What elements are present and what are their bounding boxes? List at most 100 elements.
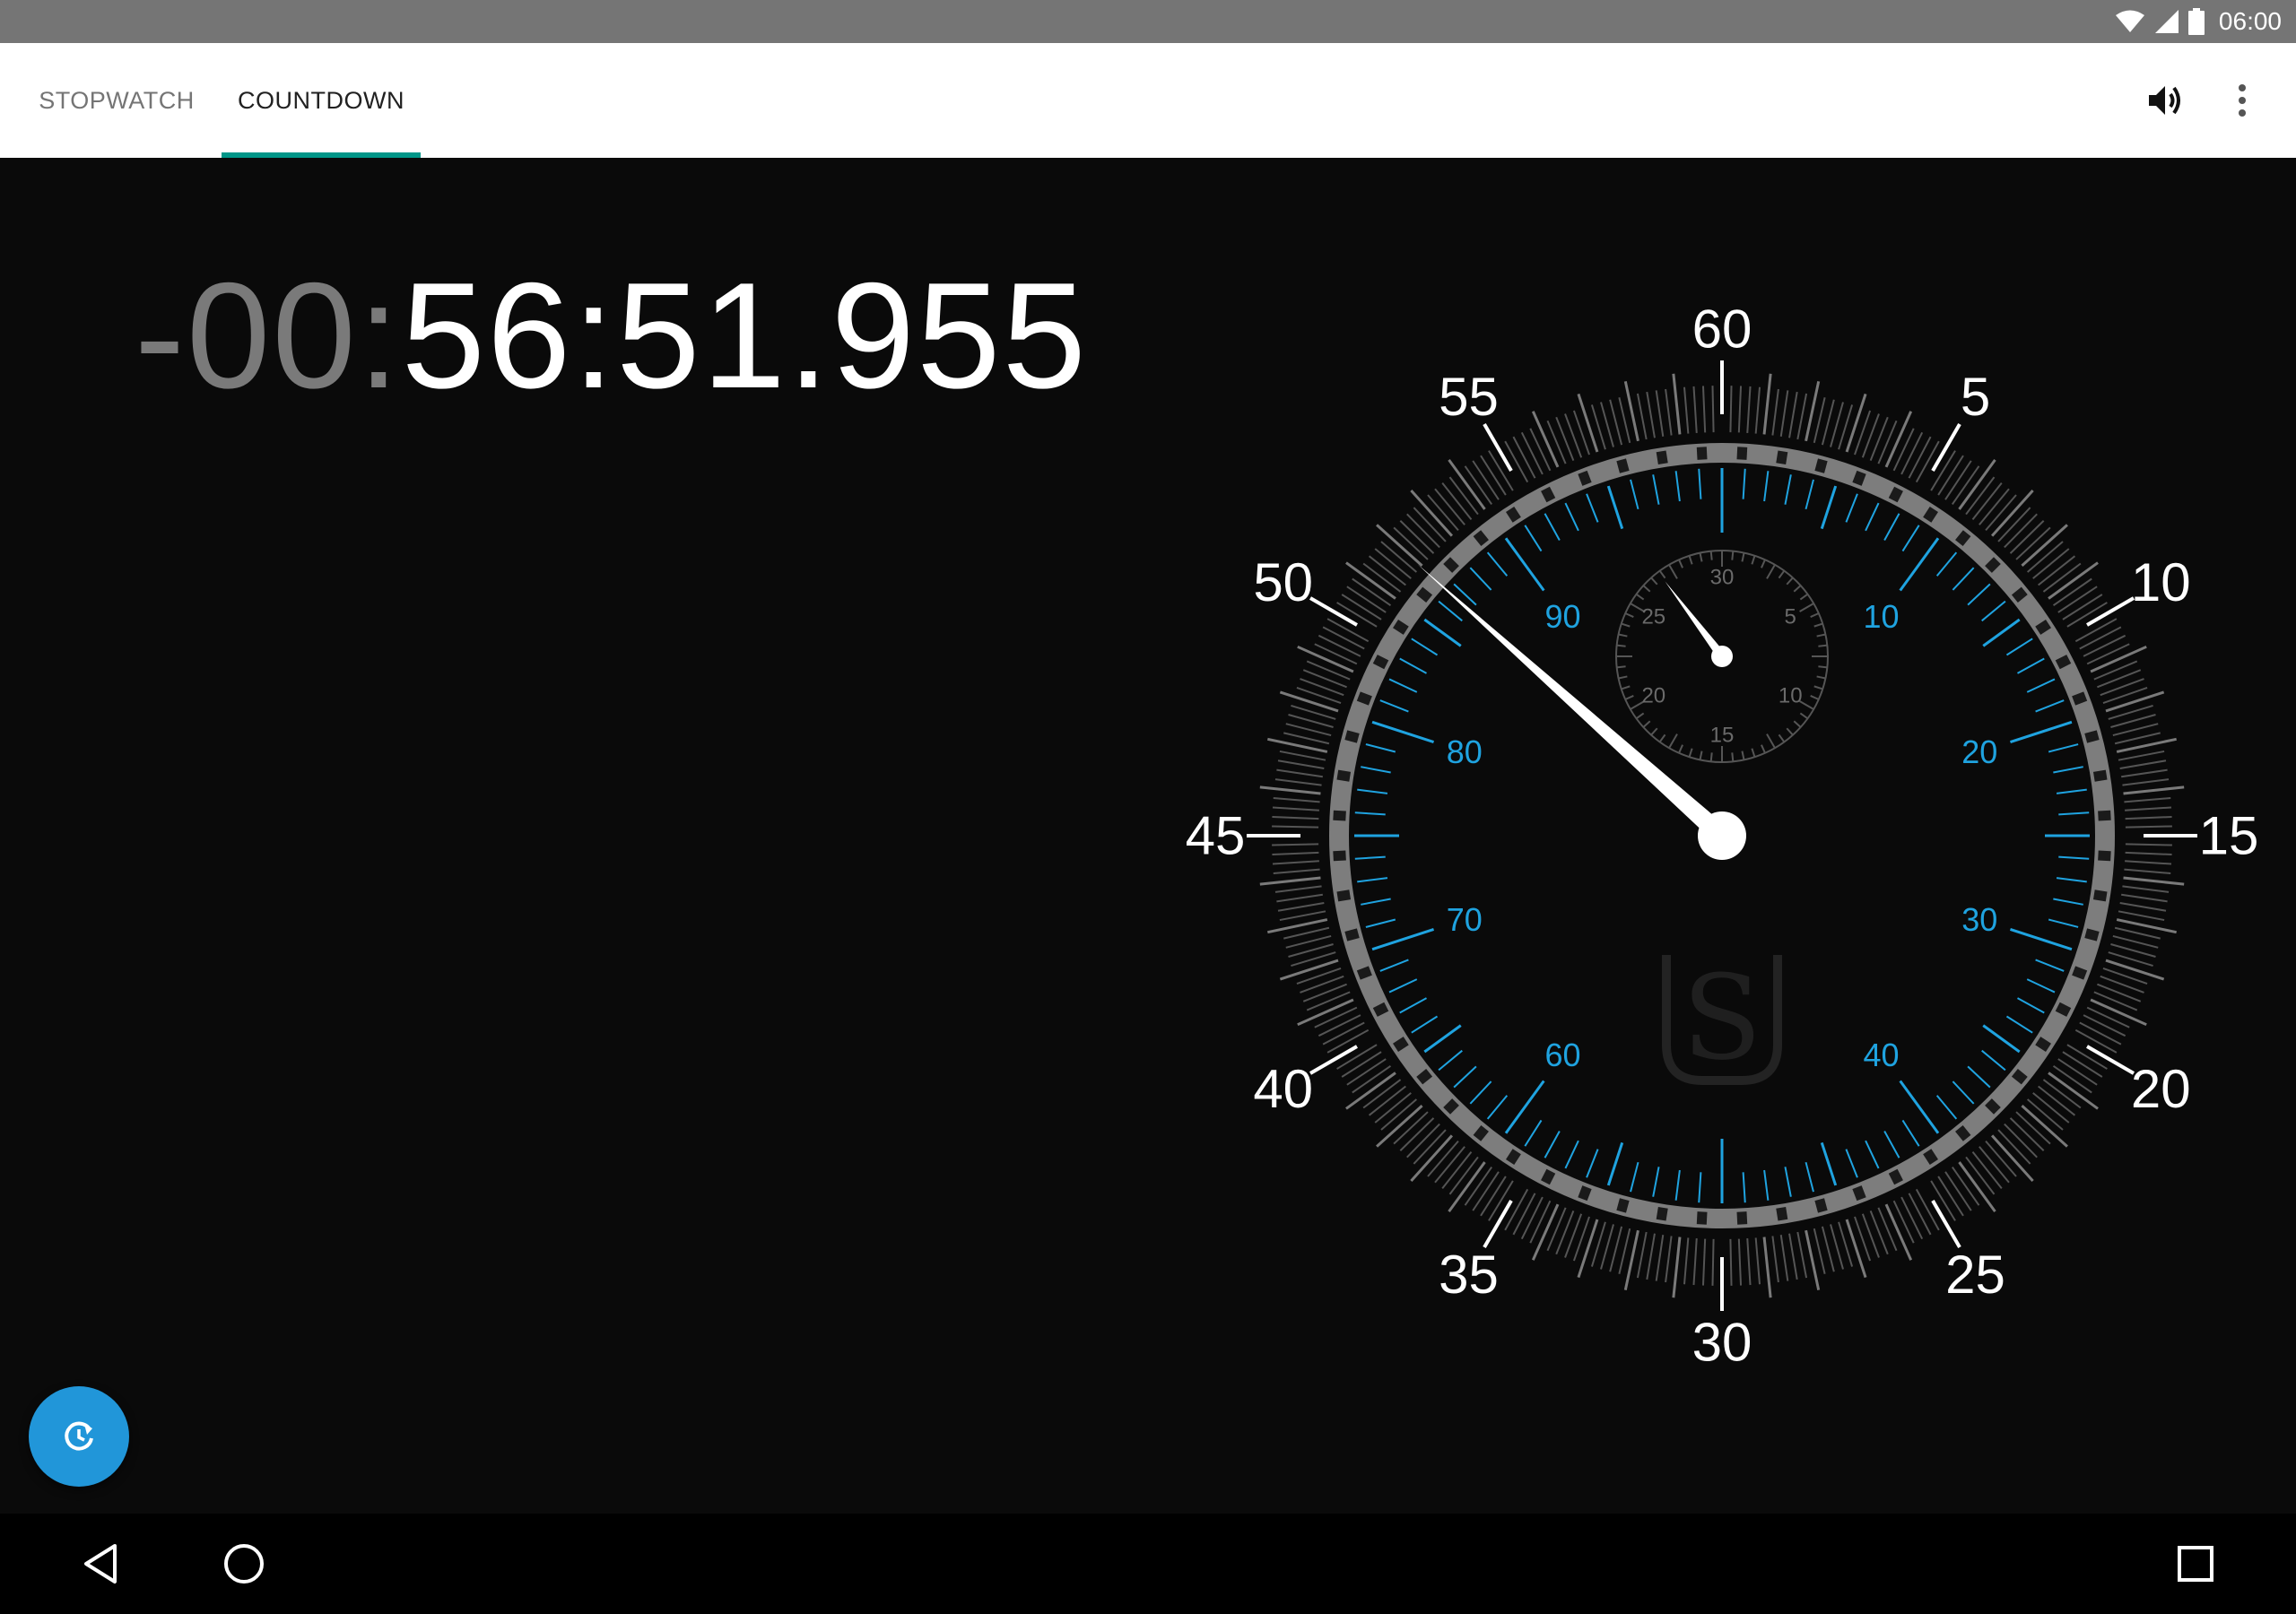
outer-label: 15 <box>2199 806 2259 866</box>
inner-tick <box>1784 1167 1792 1197</box>
svg-text:S: S <box>1682 950 1761 1086</box>
inner-tick <box>1698 468 1702 499</box>
app-bar: STOPWATCH COUNTDOWN <box>0 43 2296 158</box>
back-icon <box>84 1544 117 1584</box>
inner-tick <box>1371 928 1435 951</box>
sub-tick <box>1658 569 1666 579</box>
tab-countdown[interactable]: COUNTDOWN <box>222 43 421 158</box>
bezel-dash <box>2035 1037 2051 1052</box>
inner-tick <box>2056 788 2087 794</box>
outer-tick <box>1318 634 1361 657</box>
outer-label: 25 <box>1945 1245 2005 1305</box>
outer-tick <box>1410 1134 1454 1182</box>
outer-label: 60 <box>1692 299 1752 360</box>
outer-tick <box>1300 975 1344 994</box>
outer-tick <box>1274 778 1322 786</box>
outer-tick <box>1279 690 1339 713</box>
recents-button[interactable] <box>2145 1514 2246 1614</box>
outer-tick <box>1283 732 1330 745</box>
inner-tick <box>1379 959 1409 972</box>
inner-tick <box>1544 1131 1561 1158</box>
outer-tick <box>1472 1171 1500 1211</box>
tab-stopwatch[interactable]: STOPWATCH <box>27 43 206 158</box>
inner-tick <box>1982 1024 2021 1054</box>
inner-tick <box>1586 493 1599 523</box>
sub-tick <box>1650 577 1658 586</box>
outer-tick <box>2125 815 2172 820</box>
inner-tick <box>2005 1015 2033 1034</box>
outer-tick <box>1636 393 1648 440</box>
bezel-dash <box>1736 447 1748 460</box>
sub-tick <box>1642 585 1651 593</box>
sub-tick <box>1699 552 1703 562</box>
bezel-dash <box>2098 810 2111 821</box>
overflow-menu-button[interactable] <box>2199 43 2285 158</box>
outer-tick <box>1300 678 1344 697</box>
outer-tick <box>1845 1219 1867 1279</box>
bezel-dash <box>1443 1098 1459 1115</box>
bezel-dash <box>1955 530 1971 547</box>
outer-tick <box>1762 373 1772 435</box>
outer-tick <box>1322 1021 1365 1046</box>
outer-tick <box>2122 778 2170 786</box>
sub-tick <box>1621 685 1631 690</box>
outer-tick <box>2122 885 2170 893</box>
outer-tick <box>1306 991 1351 1011</box>
outer-tick <box>2118 910 2165 922</box>
home-icon <box>224 1544 264 1584</box>
status-icons: 06:00 <box>2115 0 2282 43</box>
outer-tick <box>1990 1134 2034 1182</box>
outer-tick <box>1272 843 1319 846</box>
outer-tick <box>2079 626 2122 650</box>
outer-tick <box>1259 785 1321 795</box>
outer-tick <box>1546 420 1567 464</box>
outer-tick <box>1779 390 1789 437</box>
volume-icon <box>2149 86 2180 115</box>
back-button[interactable] <box>50 1514 151 1614</box>
outer-tick <box>1618 1228 1631 1274</box>
outer-tick <box>1746 386 1752 433</box>
outer-tick <box>1512 1193 1536 1236</box>
outer-tick <box>2123 876 2185 886</box>
outer-tick <box>1577 1219 1599 1279</box>
outer-tick <box>1279 750 1326 761</box>
inner-tick <box>2053 766 2083 774</box>
inner-tick <box>1469 567 1492 591</box>
inner-tick <box>2035 959 2065 972</box>
bezel-dash <box>1888 486 1903 503</box>
outer-label: 45 <box>1186 806 1246 866</box>
bezel-dash <box>1416 1069 1433 1085</box>
outer-tick <box>1869 416 1889 461</box>
inner-tick <box>1820 1141 1838 1186</box>
inner-tick <box>1524 1119 1543 1147</box>
outer-tick <box>2100 975 2144 994</box>
inner-tick <box>1952 1080 1975 1105</box>
main-hand-pivot <box>1698 811 1746 860</box>
outer-label: 20 <box>2131 1059 2191 1119</box>
outer-tick <box>2100 678 2144 697</box>
inner-tick <box>1423 618 1462 647</box>
inner-tick <box>1438 600 1463 622</box>
outer-tick <box>1272 851 1319 856</box>
navigation-bar <box>0 1514 2296 1614</box>
home-button[interactable] <box>194 1514 294 1614</box>
outer-tick <box>1877 1207 1898 1252</box>
inner-tick <box>1845 493 1858 523</box>
bezel-dash <box>2072 966 2088 980</box>
major-tick <box>1309 1045 1358 1075</box>
bezel-dash <box>1336 769 1352 782</box>
inner-tick <box>1411 638 1439 656</box>
inner-label: 90 <box>1544 598 1580 635</box>
inner-tick <box>1901 525 1920 552</box>
outer-tick <box>1892 1200 1915 1244</box>
sound-button[interactable] <box>2124 43 2210 158</box>
outer-tick <box>2097 669 2142 689</box>
outer-tick <box>1555 1210 1575 1255</box>
status-time: 06:00 <box>2218 7 2282 35</box>
sub-label: 10 <box>1779 684 1803 708</box>
outer-tick <box>1272 825 1319 829</box>
outer-tick <box>1276 893 1323 903</box>
restart-timer-button[interactable] <box>29 1386 129 1487</box>
bezel-dash <box>1356 691 1372 706</box>
inner-tick <box>1967 583 1991 606</box>
